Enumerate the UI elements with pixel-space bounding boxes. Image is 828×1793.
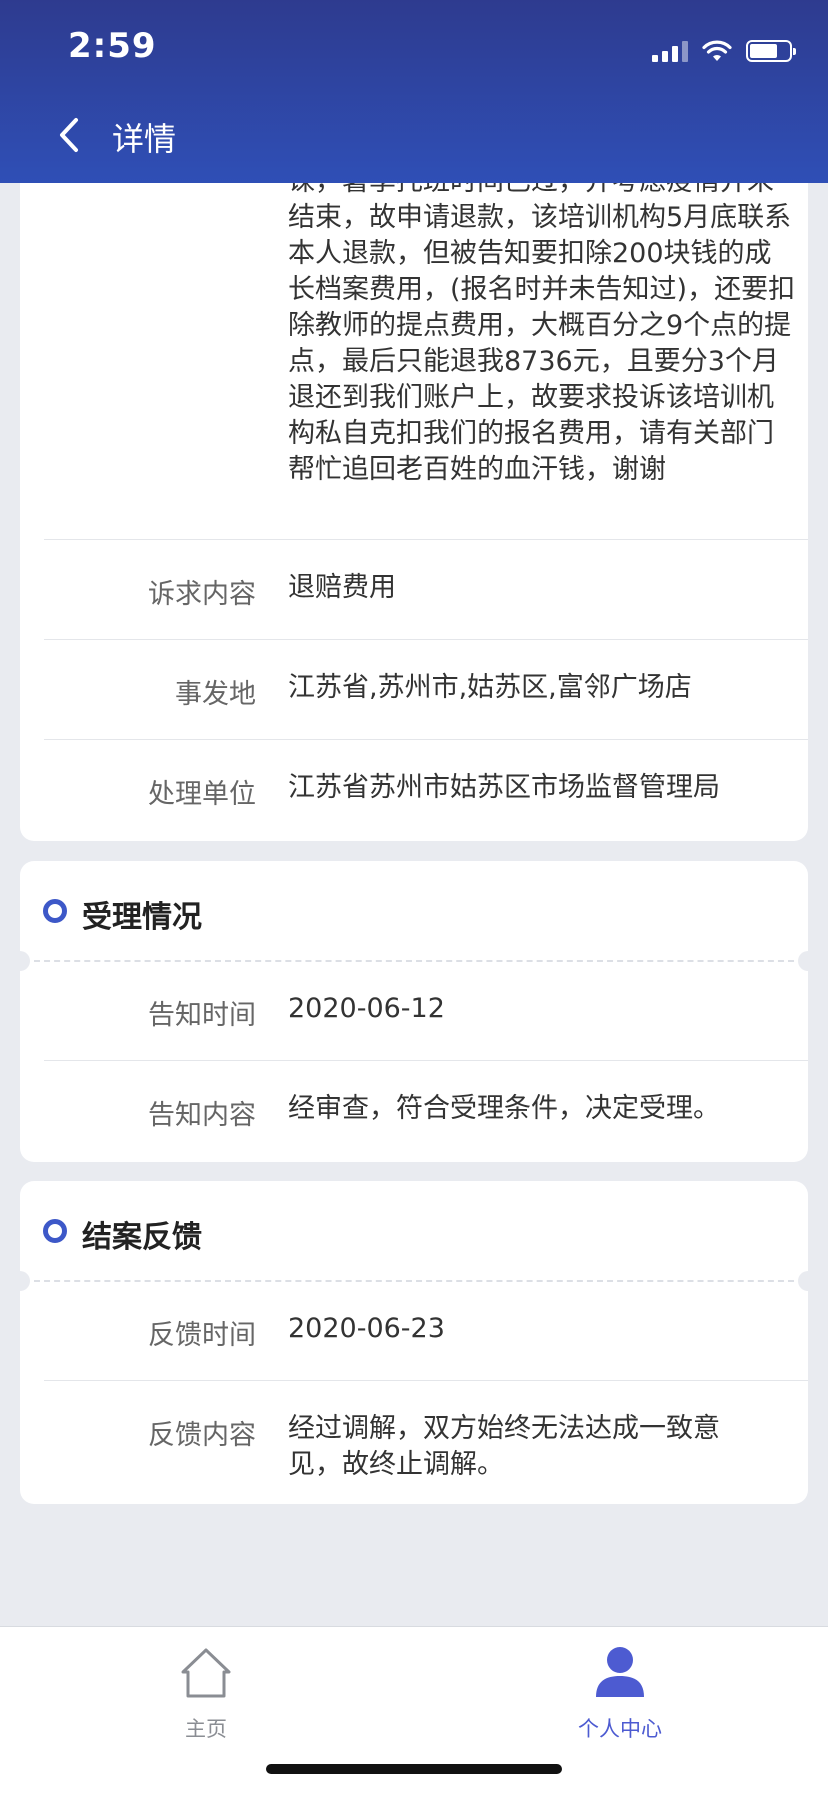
location-label: 事发地 (175, 679, 256, 710)
acceptance-header: 受理情况 (20, 861, 808, 961)
user-icon (596, 1647, 644, 1697)
notice-time-value: 2020-06-12 (288, 993, 445, 1024)
demand-value: 退赔费用 (288, 572, 396, 603)
battery-icon (746, 40, 796, 62)
notice-content-row: 告知内容 经审查，符合受理条件，决定受理。 (20, 1061, 808, 1161)
wifi-icon (702, 40, 732, 61)
closing-card: 结案反馈 反馈时间 2020-06-23 反馈内容 经过调解，双方始终无法达成一… (20, 1181, 808, 1504)
cellular-signal-icon (652, 40, 688, 62)
header-bar: 2:59 详情 (0, 0, 828, 183)
location-row: 事发地 江苏省,苏州市,姑苏区,富邻广场店 (20, 640, 808, 740)
acceptance-title: 受理情况 (82, 900, 202, 935)
feedback-content-row: 反馈内容 经过调解，双方始终无法达成一致意见，故终止调解。 (20, 1381, 808, 1501)
feedback-time-row: 反馈时间 2020-06-23 (20, 1281, 808, 1381)
section-dot-icon (43, 1219, 67, 1243)
home-icon (181, 1648, 231, 1698)
status-icons (652, 36, 796, 66)
handling-unit-label: 处理单位 (148, 779, 256, 810)
feedback-time-label: 反馈时间 (148, 1320, 256, 1351)
tab-home-label: 主页 (185, 1717, 227, 1741)
section-dot-icon (43, 899, 67, 923)
status-time: 2:59 (68, 26, 157, 66)
location-value: 江苏省,苏州市,姑苏区,富邻广场店 (288, 672, 692, 703)
feedback-content-value: 经过调解，双方始终无法达成一致意见，故终止调解。 (288, 1413, 720, 1480)
notice-time-row: 告知时间 2020-06-12 (20, 961, 808, 1061)
notice-time-label: 告知时间 (148, 1000, 256, 1031)
page-title: 详情 (112, 120, 177, 158)
tab-profile[interactable]: 个人中心 (540, 1637, 700, 1747)
complaint-card: 课，暑季托班时间已过，并考虑疫情并未结束，故申请退款，该培训机构5月底联系本人退… (20, 120, 808, 841)
battery-level (750, 44, 777, 58)
handling-unit-row: 处理单位 江苏省苏州市姑苏区市场监督管理局 (20, 740, 808, 840)
home-indicator[interactable] (266, 1764, 562, 1774)
handling-unit-value: 江苏省苏州市姑苏区市场监督管理局 (288, 772, 720, 803)
notice-content-value: 经审查，符合受理条件，决定受理。 (288, 1093, 720, 1124)
acceptance-card: 受理情况 告知时间 2020-06-12 告知内容 经审查，符合受理条件，决定受… (20, 861, 808, 1162)
complaint-text: 课，暑季托班时间已过，并考虑疫情并未结束，故申请退款，该培训机构5月底联系本人退… (288, 166, 796, 485)
demand-label: 诉求内容 (148, 579, 256, 610)
tab-home[interactable]: 主页 (126, 1637, 286, 1747)
demand-row: 诉求内容 退赔费用 (20, 540, 808, 640)
tab-profile-label: 个人中心 (578, 1717, 662, 1741)
closing-title: 结案反馈 (82, 1220, 202, 1255)
back-arrow-icon[interactable] (50, 110, 90, 160)
feedback-content-label: 反馈内容 (148, 1420, 256, 1451)
feedback-time-value: 2020-06-23 (288, 1313, 445, 1344)
notice-content-label: 告知内容 (148, 1100, 256, 1131)
closing-header: 结案反馈 (20, 1181, 808, 1281)
